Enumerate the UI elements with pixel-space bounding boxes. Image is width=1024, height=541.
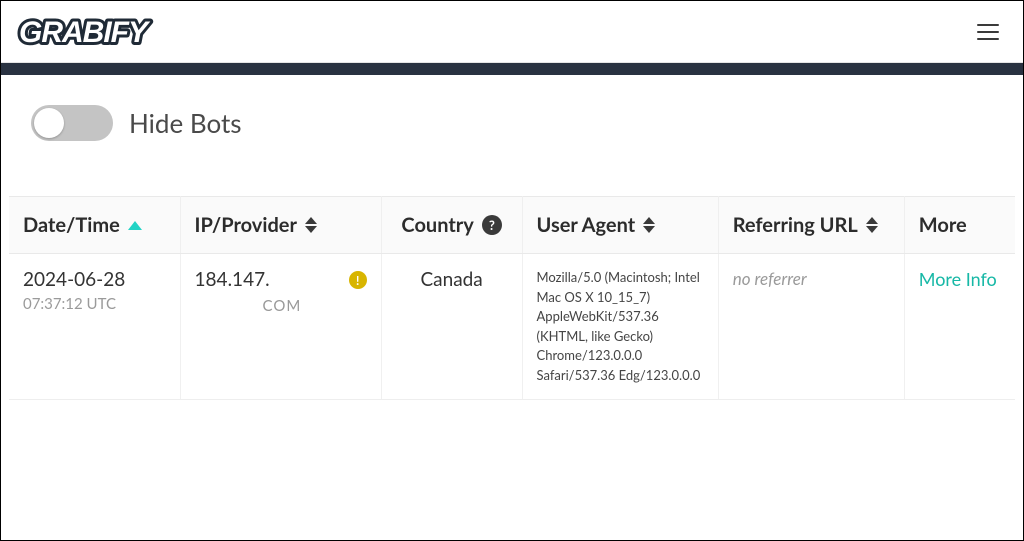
warning-icon[interactable]: ! (349, 271, 367, 289)
col-more-label: More (919, 213, 967, 237)
col-date-label: Date/Time (23, 213, 120, 237)
menu-icon[interactable] (977, 24, 999, 40)
top-bar: GRABIFY (1, 1, 1023, 63)
time-value: 07:37:12 UTC (23, 295, 166, 313)
col-ref[interactable]: Referring URL (718, 197, 904, 254)
col-more: More (904, 197, 1015, 254)
ua-value: Mozilla/5.0 (Macintosh; Intel Mac OS X 1… (537, 269, 701, 383)
col-ref-label: Referring URL (733, 213, 858, 237)
brand-logo-text: GRABIFY (19, 16, 151, 49)
cell-ref: no referrer (718, 254, 904, 400)
hide-bots-label: Hide Bots (129, 107, 242, 139)
sort-icon (866, 217, 878, 233)
country-value: Canada (420, 268, 482, 291)
sort-icon (643, 217, 655, 233)
col-ua-label: User Agent (537, 213, 636, 237)
brand-logo[interactable]: GRABIFY (17, 14, 173, 50)
app-window: GRABIFY Hide Bots Date/Time (0, 0, 1024, 541)
help-icon[interactable]: ? (482, 215, 502, 235)
ip-value: 184.147. (195, 268, 270, 291)
hide-bots-toggle[interactable] (31, 105, 113, 141)
cell-ip: 184.147. ! COM (180, 254, 381, 400)
cell-more: More Info (904, 254, 1015, 400)
provider-value: COM (195, 297, 367, 315)
header-divider (1, 63, 1023, 75)
col-ip-label: IP/Provider (195, 213, 297, 237)
col-country[interactable]: Country? (381, 197, 522, 254)
hide-bots-row: Hide Bots (9, 105, 1015, 141)
date-value: 2024-06-28 (23, 268, 166, 291)
more-info-link[interactable]: More Info (919, 268, 997, 290)
ref-value: no referrer (733, 268, 807, 289)
sort-icon (305, 217, 317, 233)
col-date[interactable]: Date/Time (9, 197, 180, 254)
cell-country: Canada (381, 254, 522, 400)
cell-ua: Mozilla/5.0 (Macintosh; Intel Mac OS X 1… (522, 254, 718, 400)
toggle-knob (34, 108, 64, 138)
logs-table: Date/Time IP/Provider Country? User Agen… (9, 196, 1015, 400)
col-ip[interactable]: IP/Provider (180, 197, 381, 254)
col-ua[interactable]: User Agent (522, 197, 718, 254)
col-country-label: Country (401, 213, 473, 237)
cell-date: 2024-06-28 07:37:12 UTC (9, 254, 180, 400)
table-header-row: Date/Time IP/Provider Country? User Agen… (9, 197, 1015, 254)
sort-asc-icon (128, 221, 142, 230)
table-row: 2024-06-28 07:37:12 UTC 184.147. ! COM C… (9, 254, 1015, 400)
main-content: Hide Bots Date/Time IP/Provider Country? (1, 75, 1023, 400)
